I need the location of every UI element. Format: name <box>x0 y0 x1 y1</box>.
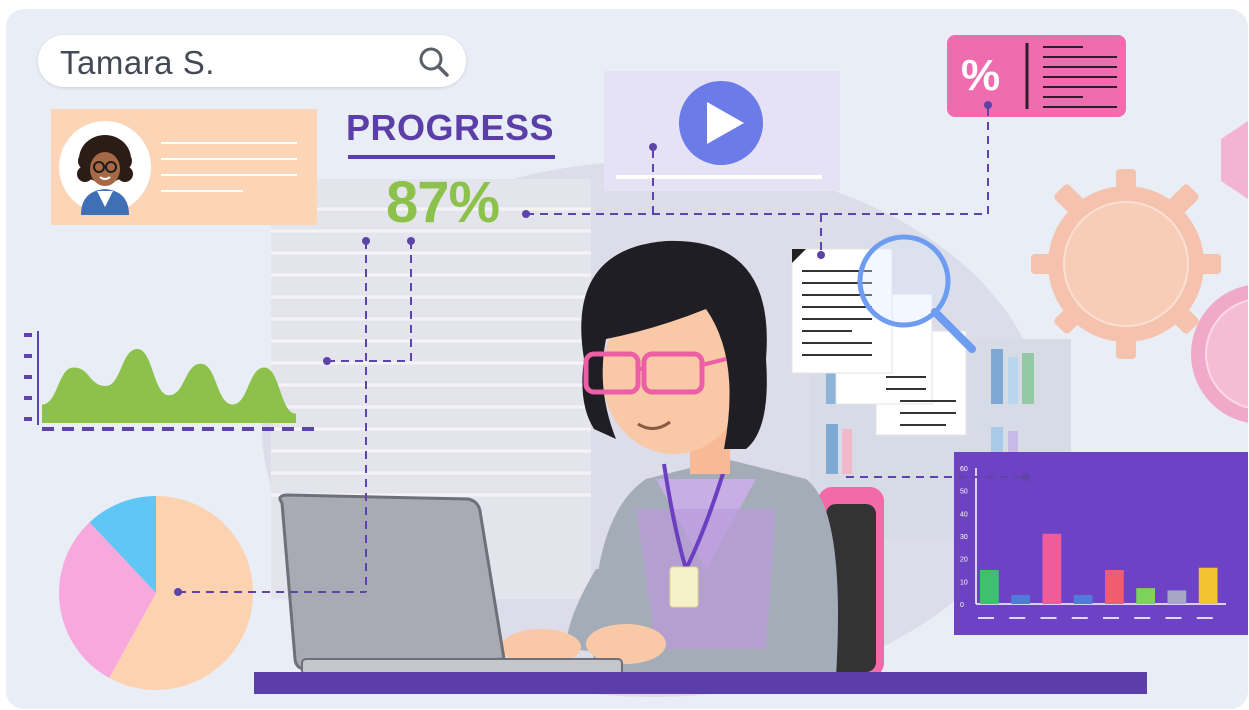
illustration-canvas: Tamara S. PROGRESS 87% % 0 10 20 30 40 5… <box>6 9 1248 709</box>
dashed-connectors <box>174 101 1030 596</box>
